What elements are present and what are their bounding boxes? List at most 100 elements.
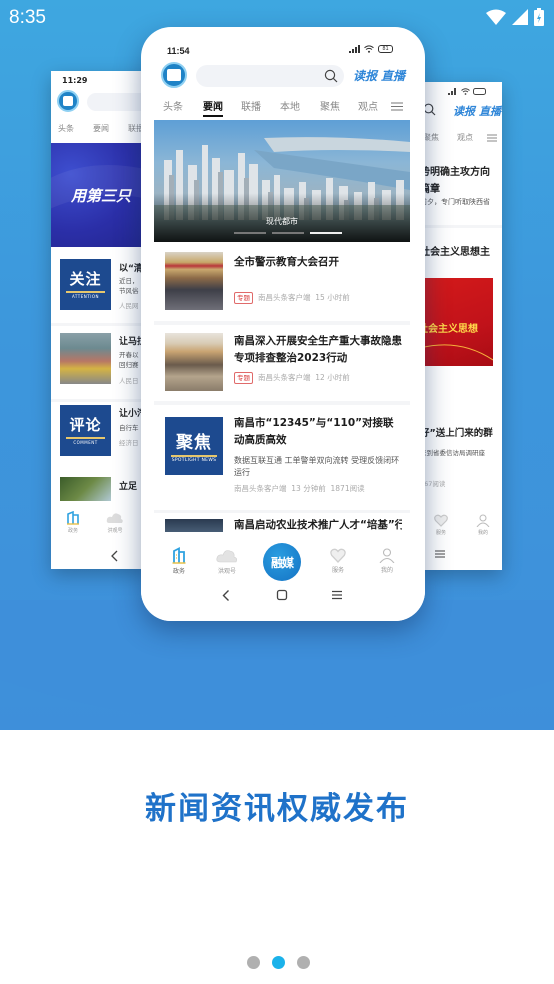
pager-dot[interactable] bbox=[297, 956, 310, 969]
tab-zhengwu[interactable]: 政务 bbox=[167, 547, 191, 575]
search-input[interactable] bbox=[196, 65, 344, 87]
tab-hongguanhao[interactable]: 洪观号 bbox=[213, 548, 241, 575]
news-time: 13 分钟前 bbox=[291, 484, 326, 493]
wifi-icon bbox=[486, 9, 506, 25]
pager-dot-active[interactable] bbox=[272, 956, 285, 969]
tab-jujiao[interactable]: 聚焦 bbox=[320, 98, 340, 113]
banner-carousel[interactable]: 现代都市 bbox=[154, 120, 410, 242]
news-source: 经济日 bbox=[119, 439, 139, 447]
news-item[interactable]: 聚焦 SPOTLIGHT NEWS 南昌市“12345”与“110”对接联动高质… bbox=[154, 405, 410, 509]
search-icon[interactable] bbox=[324, 69, 338, 83]
tab-mine[interactable]: 我的 bbox=[473, 514, 493, 536]
tab-yaowen[interactable]: 要闻 bbox=[93, 123, 109, 134]
topic-tag: 专题 bbox=[234, 372, 253, 384]
app-header: 读报 直播 bbox=[141, 60, 425, 90]
live-link[interactable]: 直播 bbox=[479, 103, 501, 119]
carousel-dot-active[interactable] bbox=[310, 232, 342, 234]
tab-mine[interactable]: 我的 bbox=[375, 548, 399, 574]
tab-zhengwu[interactable]: 政务 bbox=[63, 510, 83, 534]
tab-toutiao[interactable]: 头条 bbox=[58, 123, 74, 134]
tab-service[interactable]: 服务 bbox=[326, 548, 350, 574]
live-link[interactable]: 直播 bbox=[381, 67, 405, 84]
building-icon bbox=[67, 510, 79, 525]
tab-yaowen[interactable]: 要闻 bbox=[203, 98, 223, 113]
tab-label: 我的 bbox=[380, 567, 393, 574]
news-item[interactable]: 南昌深入开展安全生产重大事故隐患专项排查整治2023行动 专题 南昌头条客户端 1… bbox=[154, 325, 410, 401]
carousel-dot[interactable] bbox=[272, 232, 304, 234]
nav-back-icon[interactable] bbox=[110, 550, 120, 562]
tab-jujiao[interactable]: 聚焦 bbox=[423, 132, 439, 143]
list-item[interactable]: 评论 COMMENT 让小汽 自行车 经济日 bbox=[51, 402, 151, 474]
thumb-label: 关注 bbox=[69, 270, 102, 288]
news-source: 南昌头条客户端 bbox=[258, 293, 311, 302]
tab-bendi[interactable]: 本地 bbox=[280, 98, 300, 113]
user-icon bbox=[476, 514, 490, 528]
news-title: 以“清 bbox=[119, 264, 143, 274]
news-summary: 开春以 bbox=[119, 351, 139, 359]
news-summary: 来到省委信访局调研座 bbox=[420, 449, 485, 457]
nav-back-icon[interactable] bbox=[221, 589, 231, 602]
tab-label: 我的 bbox=[477, 530, 488, 536]
nav-home-icon[interactable] bbox=[276, 589, 288, 601]
thumb-label: 聚焦 bbox=[176, 433, 212, 453]
nav-recents-icon[interactable] bbox=[435, 550, 445, 558]
left-phone-preview: 11:29 头条 要闻 联播 用第三只 关注 ATTENTION 以“清 近日，… bbox=[51, 71, 151, 569]
newspaper-link[interactable]: 读报 bbox=[353, 67, 377, 84]
news-summary: 前夕，专门听取陕西省 bbox=[420, 198, 490, 206]
news-summary: 近日， bbox=[119, 277, 139, 285]
menu-icon[interactable] bbox=[391, 102, 403, 111]
carousel-dot[interactable] bbox=[234, 232, 266, 234]
banner-title: 用第三只 bbox=[71, 187, 132, 205]
heart-icon bbox=[330, 548, 346, 563]
list-item[interactable]: 关注 ATTENTION 以“清 近日， 节风俗 人民网 bbox=[51, 251, 151, 323]
status-time: 8:35 bbox=[9, 7, 46, 28]
pager-dot[interactable] bbox=[247, 956, 260, 969]
topic-tag: 专题 bbox=[234, 292, 253, 304]
news-item[interactable]: 南昌启动农业技术推广人才“培基”行 bbox=[154, 513, 410, 533]
meeting-thumb bbox=[165, 333, 223, 391]
thumb-sublabel: COMMENT bbox=[73, 440, 98, 445]
news-source: 南昌头条客户端 bbox=[258, 373, 311, 382]
tab-toutiao[interactable]: 头条 bbox=[163, 98, 183, 113]
category-tabs: 头条 要闻 联播 本地 聚焦 观点 bbox=[141, 95, 425, 119]
tab-label: 洪观号 bbox=[217, 568, 236, 575]
red-banner-image[interactable]: 社会主义思想 bbox=[420, 278, 493, 366]
spotlight-thumb: 聚焦 SPOTLIGHT NEWS bbox=[165, 417, 223, 475]
signal-icon bbox=[448, 88, 456, 95]
news-source: 南昌头条客户端 bbox=[234, 484, 287, 493]
banner-image[interactable]: 用第三只 bbox=[51, 143, 151, 247]
newspaper-link[interactable]: 读报 bbox=[453, 103, 475, 119]
rongmei-center-button[interactable]: 融媒 bbox=[263, 543, 301, 581]
menu-icon[interactable] bbox=[487, 134, 497, 142]
tab-lianbo[interactable]: 联播 bbox=[241, 98, 261, 113]
tab-hongguanhao[interactable]: 洪观号 bbox=[103, 511, 127, 534]
app-logo[interactable] bbox=[161, 62, 187, 88]
news-meta: 南昌头条客户端 13 分钟前 1871阅读 bbox=[234, 483, 365, 494]
news-source: 人民日 bbox=[119, 377, 139, 385]
news-meta: 专题 南昌头条客户端 15 小时前 bbox=[234, 292, 350, 304]
list-item[interactable]: 让马拉 开春以 回归赛 人民日 bbox=[51, 326, 151, 398]
heart-icon bbox=[434, 514, 448, 527]
signal-icon bbox=[349, 45, 360, 53]
news-title: 南昌深入开展安全生产重大事故隐患专项排查整治2023行动 bbox=[234, 335, 402, 364]
wifi-icon bbox=[364, 45, 374, 53]
news-title: 南昌市“12345”与“110”对接联动高质高效 bbox=[234, 417, 394, 446]
tab-label: 政务 bbox=[172, 568, 185, 575]
nav-recents-icon[interactable] bbox=[331, 590, 343, 600]
thumb-sublabel: ATTENTION bbox=[71, 294, 100, 299]
left-phone-time: 11:29 bbox=[62, 76, 88, 85]
phone-status-bar: 11:54 81 bbox=[141, 27, 425, 59]
battery-icon: 81 bbox=[378, 45, 393, 53]
news-item[interactable]: 全市警示教育大会召开 专题 南昌头条客户端 15 小时前 bbox=[154, 245, 410, 321]
app-logo bbox=[57, 90, 79, 112]
tab-service[interactable]: 服务 bbox=[431, 514, 451, 536]
main-phone-preview: 11:54 81 读报 直播 头条 要闻 联播 本地 聚焦 观点 现代都市 全市… bbox=[141, 27, 425, 621]
news-thumb bbox=[60, 477, 111, 501]
news-reads: 1871阅读 bbox=[330, 484, 365, 493]
list-item[interactable]: 立足 bbox=[51, 471, 151, 501]
right-status-icons bbox=[448, 88, 487, 95]
tab-guandian[interactable]: 观点 bbox=[457, 132, 473, 143]
tab-guandian[interactable]: 观点 bbox=[358, 98, 378, 113]
news-time: 15 小时前 bbox=[315, 293, 350, 302]
news-summary: 回归赛 bbox=[119, 361, 139, 369]
